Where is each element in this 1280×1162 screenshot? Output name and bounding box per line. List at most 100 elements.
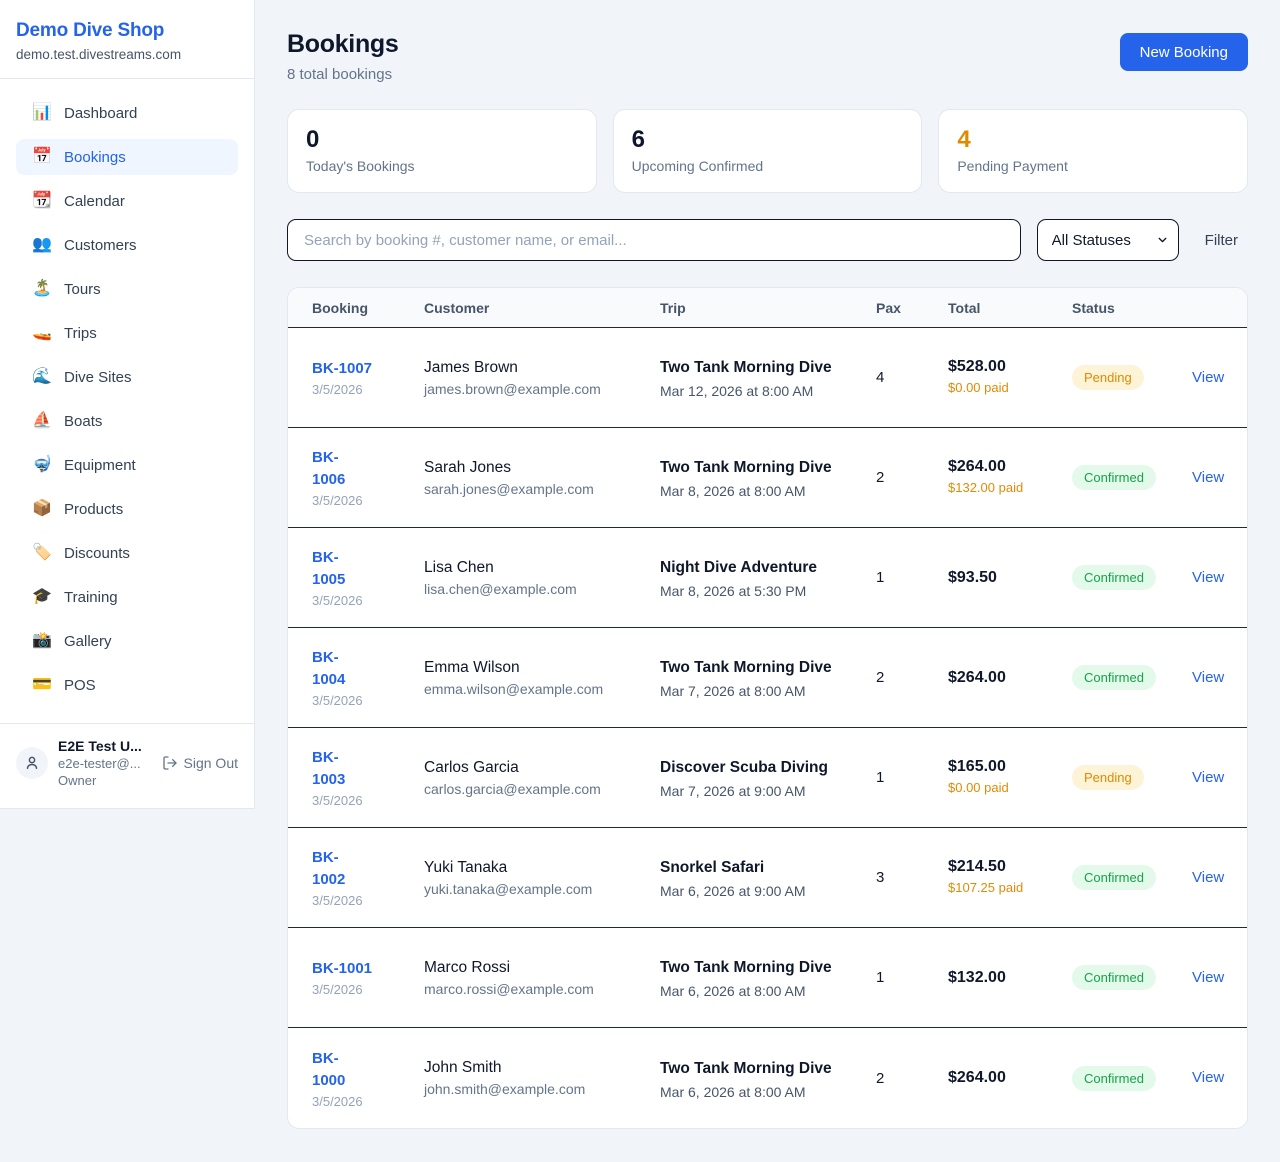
speedboat-icon: 🚤 <box>32 325 52 341</box>
customer-email: john.smith@example.com <box>424 1081 660 1097</box>
view-link[interactable]: View <box>1192 769 1224 786</box>
sidebar-item-gallery[interactable]: 📸 Gallery <box>16 623 238 659</box>
paid-amount: $0.00 paid <box>948 779 1072 797</box>
view-link[interactable]: View <box>1192 369 1224 386</box>
sidebar-item-label: Discounts <box>64 545 130 562</box>
booking-id-link[interactable]: BK- 1005 <box>312 547 345 591</box>
sign-out-button[interactable]: Sign Out <box>162 755 238 771</box>
status-badge: Pending <box>1072 765 1144 790</box>
status-badge: Confirmed <box>1072 665 1156 690</box>
sidebar-item-discounts[interactable]: 🏷️Discounts <box>16 535 238 571</box>
booking-cell: BK- 1006 3/5/2026 <box>312 447 424 508</box>
view-link[interactable]: View <box>1192 469 1224 486</box>
customer-name: Carlos Garcia <box>424 759 660 777</box>
actions-cell: View <box>1192 569 1224 587</box>
sidebar-item-training[interactable]: 🎓Training <box>16 579 238 615</box>
status-cell: Confirmed <box>1072 865 1192 890</box>
actions-cell: View <box>1192 669 1224 687</box>
customer-cell: Carlos Garcia carlos.garcia@example.com <box>424 759 660 797</box>
sidebar-item-label: Gallery <box>64 633 112 650</box>
booking-id-link[interactable]: BK- 1000 <box>312 1048 345 1092</box>
view-link[interactable]: View <box>1192 669 1224 686</box>
sidebar-item-label: Dive Sites <box>64 369 132 386</box>
view-link[interactable]: View <box>1192 969 1224 986</box>
brand-name: Demo Dive Shop <box>16 20 238 42</box>
stat-card-todays-bookings: 0 Today's Bookings <box>287 109 597 193</box>
column-header-pax: Pax <box>876 300 948 316</box>
booking-cell: BK- 1000 3/5/2026 <box>312 1048 424 1109</box>
sidebar-item-label: Tours <box>64 281 101 298</box>
total-cell: $264.00 <box>948 669 1072 687</box>
filter-button[interactable]: Filter <box>1195 232 1248 249</box>
page-title: Bookings <box>287 30 399 59</box>
booking-cell: BK- 1005 3/5/2026 <box>312 547 424 608</box>
booking-id-link[interactable]: BK- 1006 <box>312 447 345 491</box>
booking-date: 3/5/2026 <box>312 382 424 397</box>
sidebar-item-customers[interactable]: 👥Customers <box>16 227 238 263</box>
pax-value: 1 <box>876 569 948 586</box>
sidebar-item-products[interactable]: 📦Products <box>16 491 238 527</box>
customer-name: Lisa Chen <box>424 559 660 577</box>
status-badge: Confirmed <box>1072 865 1156 890</box>
trip-name: Night Dive Adventure <box>660 556 876 579</box>
table-row: BK- 1005 3/5/2026 Lisa Chen lisa.chen@ex… <box>288 528 1247 628</box>
view-link[interactable]: View <box>1192 1069 1224 1086</box>
total-cell: $264.00 <box>948 1069 1072 1087</box>
total-amount: $165.00 <box>948 758 1072 776</box>
booking-cell: BK- 1004 3/5/2026 <box>312 647 424 708</box>
booking-id-link[interactable]: BK- 1002 <box>312 847 345 891</box>
sidebar-item-bookings[interactable]: 📅Bookings <box>16 139 238 175</box>
booking-id-link[interactable]: BK- 1004 <box>312 647 345 691</box>
sidebar-item-pos[interactable]: 💳POS <box>16 667 238 703</box>
sidebar-item-boats[interactable]: ⛵Boats <box>16 403 238 439</box>
booking-id-link[interactable]: BK-1007 <box>312 358 372 380</box>
customer-email: james.brown@example.com <box>424 381 660 397</box>
trip-name: Two Tank Morning Dive <box>660 356 876 379</box>
trip-datetime: Mar 6, 2026 at 8:00 AM <box>660 983 876 999</box>
sidebar-item-tours[interactable]: 🏝️Tours <box>16 271 238 307</box>
new-booking-button[interactable]: New Booking <box>1120 33 1248 71</box>
person-icon <box>23 754 41 772</box>
customer-email: yuki.tanaka@example.com <box>424 881 660 897</box>
page-header: Bookings 8 total bookings New Booking <box>287 30 1248 83</box>
sidebar-item-trips[interactable]: 🚤Trips <box>16 315 238 351</box>
user-name: E2E Test U... <box>58 738 152 754</box>
stat-value: 0 <box>306 125 578 155</box>
booking-id-link[interactable]: BK-1001 <box>312 958 372 980</box>
camera-icon: 📸 <box>32 633 52 649</box>
customer-email: sarah.jones@example.com <box>424 481 660 497</box>
trip-name: Two Tank Morning Dive <box>660 456 876 479</box>
sidebar-item-calendar[interactable]: 📆Calendar <box>16 183 238 219</box>
sidebar-item-dashboard[interactable]: 📊Dashboard <box>16 95 238 131</box>
paid-amount: $132.00 paid <box>948 479 1072 497</box>
total-cell: $528.00 $0.00 paid <box>948 358 1072 397</box>
customer-email: lisa.chen@example.com <box>424 581 660 597</box>
main-content: Bookings 8 total bookings New Booking 0 … <box>255 0 1280 1161</box>
total-cell: $165.00 $0.00 paid <box>948 758 1072 797</box>
customer-email: carlos.garcia@example.com <box>424 781 660 797</box>
calendar-icon: 📆 <box>32 193 52 209</box>
status-cell: Confirmed <box>1072 965 1192 990</box>
paid-amount: $0.00 paid <box>948 379 1072 397</box>
sidebar-item-label: Dashboard <box>64 105 137 122</box>
sailboat-icon: ⛵ <box>32 413 52 429</box>
booking-id-link[interactable]: BK- 1003 <box>312 747 345 791</box>
status-badge: Confirmed <box>1072 565 1156 590</box>
view-link[interactable]: View <box>1192 569 1224 586</box>
view-link[interactable]: View <box>1192 869 1224 886</box>
trip-name: Two Tank Morning Dive <box>660 656 876 679</box>
page: Demo Dive Shop demo.test.divestreams.com… <box>0 0 1280 1162</box>
status-cell: Pending <box>1072 765 1192 790</box>
stat-card-pending-payment: 4 Pending Payment <box>938 109 1248 193</box>
sidebar-item-equipment[interactable]: 🤿Equipment <box>16 447 238 483</box>
stat-value: 4 <box>957 125 1229 155</box>
user-email: e2e-tester@... <box>58 756 152 771</box>
total-cell: $264.00 $132.00 paid <box>948 458 1072 497</box>
sidebar-item-dive-sites[interactable]: 🌊Dive Sites <box>16 359 238 395</box>
status-cell: Confirmed <box>1072 565 1192 590</box>
search-input[interactable] <box>287 219 1021 261</box>
customer-cell: Sarah Jones sarah.jones@example.com <box>424 459 660 497</box>
status-select[interactable]: All Statuses <box>1037 219 1179 261</box>
status-cell: Confirmed <box>1072 665 1192 690</box>
trip-datetime: Mar 6, 2026 at 9:00 AM <box>660 883 876 899</box>
